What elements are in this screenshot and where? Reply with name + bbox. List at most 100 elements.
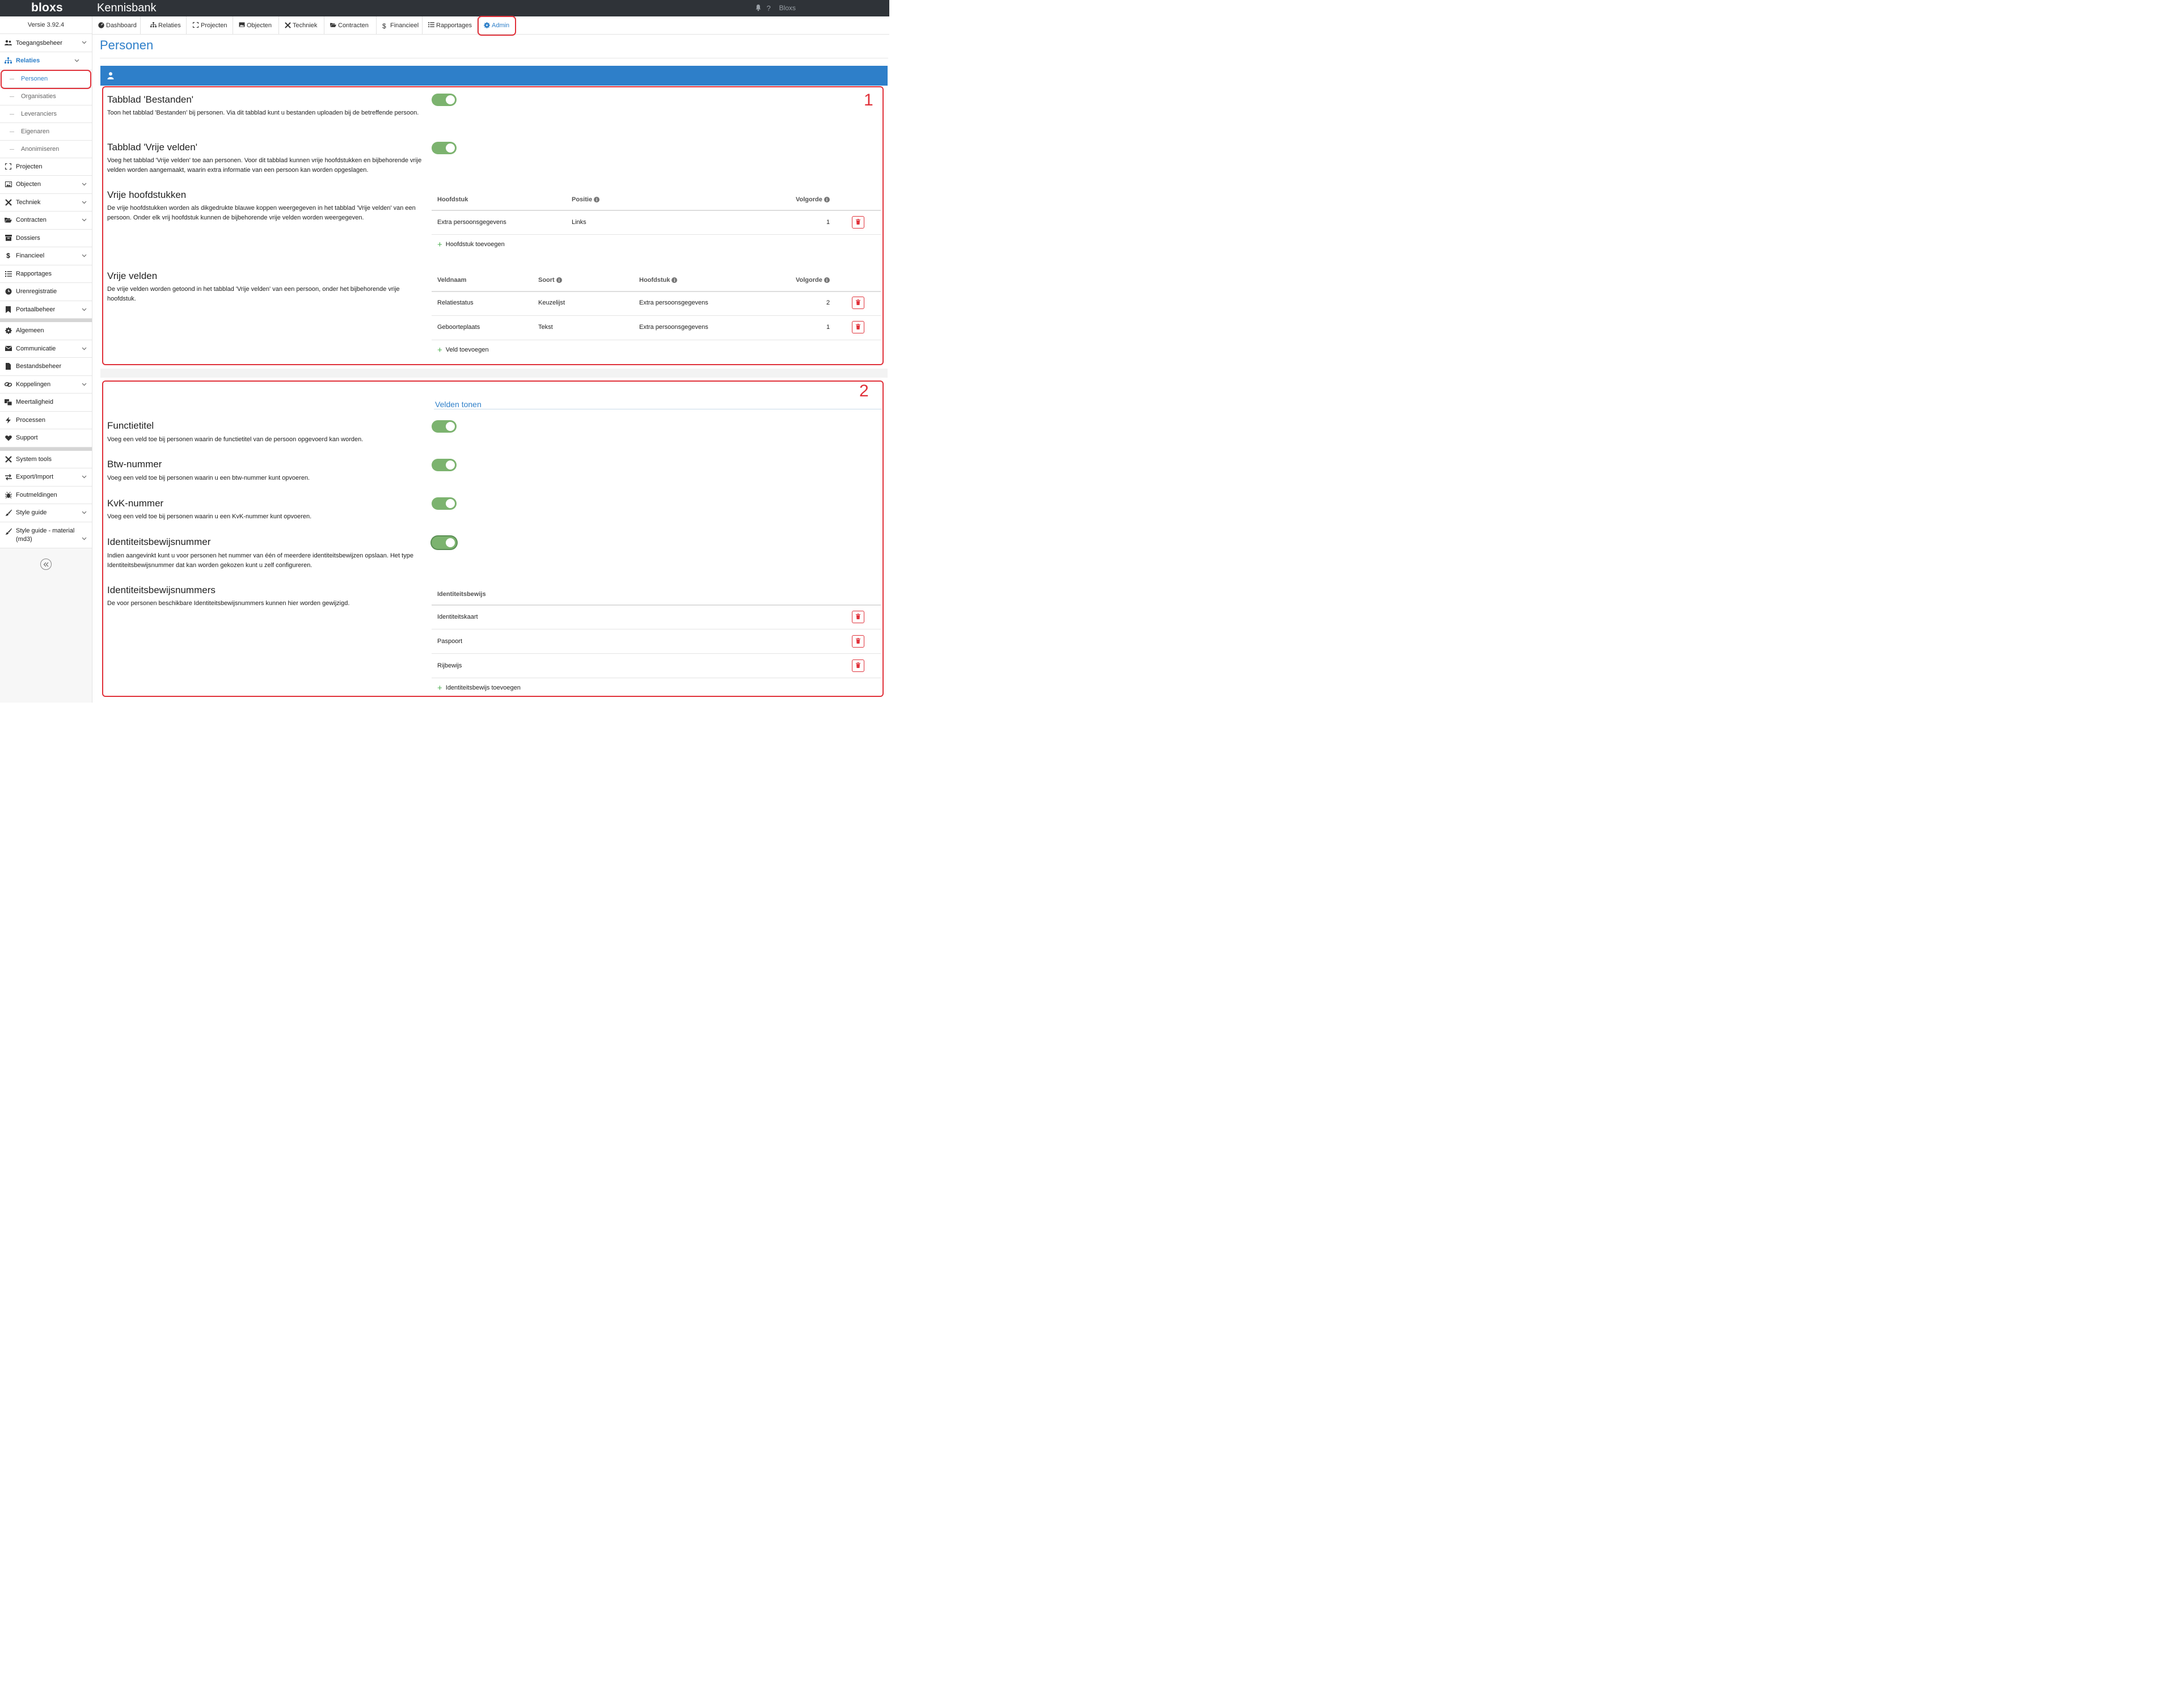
sidebar-item-dossiers[interactable]: Dossiers: [0, 229, 92, 247]
sidebar-item-toegangsbeheer[interactable]: Toegangsbeheer: [0, 34, 92, 52]
tab-label: Dashboard: [106, 22, 137, 29]
tab-financieel[interactable]: $ Financieel: [377, 16, 423, 34]
sidebar-item-style-guide-material[interactable]: Style guide - material (md3): [0, 522, 92, 548]
sidebar-item-contracten[interactable]: Contracten: [0, 212, 92, 230]
setting-desc-kvk-nummer: Voeg een veld toe bij personen waarin u …: [107, 513, 312, 520]
tab-rapportages[interactable]: Rapportages: [423, 16, 478, 34]
delete-button[interactable]: [852, 321, 864, 333]
tab-techniek[interactable]: Techniek: [279, 16, 324, 34]
sidebar-item-koppelingen[interactable]: Koppelingen: [0, 375, 92, 394]
bell-icon[interactable]: [755, 4, 762, 12]
delete-button[interactable]: [852, 659, 864, 672]
sidebar-item-support[interactable]: Support: [0, 429, 92, 447]
column-header-positie: Positie i: [572, 196, 600, 203]
tab-contracten[interactable]: Contracten: [324, 16, 377, 34]
info-icon[interactable]: i: [824, 197, 830, 202]
setting-desc-vrije-hoofdstukken: De vrije hoofdstukken worden als dikgedr…: [107, 205, 416, 221]
sidebar-item-communicatie[interactable]: Communicatie: [0, 340, 92, 358]
sidebar-item-objecten[interactable]: Objecten: [0, 176, 92, 194]
sidebar-item-projecten[interactable]: Projecten: [0, 158, 92, 176]
add-label: Hoofdstuk toevoegen: [445, 241, 505, 248]
setting-title-btw-nummer: Btw-nummer: [107, 459, 162, 470]
sidebar-item-style-guide[interactable]: Style guide: [0, 504, 92, 522]
toggle-identiteitsbewijsnummer[interactable]: [432, 536, 457, 549]
file-icon: [5, 363, 12, 370]
sidebar-subitem-leveranciers[interactable]: Leveranciers: [0, 105, 92, 123]
tab-label: Techniek: [293, 22, 318, 29]
tab-relaties[interactable]: Relaties: [145, 16, 187, 34]
setting-desc-btw-nummer: Voeg een veld toe bij personen waarin u …: [107, 475, 310, 481]
sidebar-item-label: Export/Import: [16, 473, 54, 481]
sidebar-item-label: Toegangsbeheer: [16, 39, 62, 46]
tab-label: Financieel: [390, 22, 419, 29]
tab-projecten[interactable]: Projecten: [187, 16, 233, 34]
info-icon[interactable]: i: [824, 277, 830, 283]
toggle-btw-nummer[interactable]: [432, 459, 457, 471]
toggle-vrije-velden-tab[interactable]: [432, 142, 457, 154]
sitemap-icon: [5, 57, 12, 65]
section-gap: [100, 369, 888, 378]
sidebar-item-techniek[interactable]: Techniek: [0, 193, 92, 212]
sidebar-item-financieel[interactable]: $ Financieel: [0, 247, 92, 265]
user-name[interactable]: Bloxs: [779, 4, 796, 12]
sidebar-item-export-import[interactable]: Export/Import: [0, 468, 92, 487]
info-icon[interactable]: i: [594, 197, 600, 202]
heart-icon: [5, 434, 12, 442]
sidebar-item-processen[interactable]: Processen: [0, 411, 92, 429]
delete-button[interactable]: [852, 216, 864, 229]
toggle-functietitel[interactable]: [432, 420, 457, 433]
cell-volgorde: 1: [826, 219, 830, 226]
sidebar-item-algemeen[interactable]: Algemeen: [0, 322, 92, 340]
sidebar-item-portaalbeheer[interactable]: Portaalbeheer: [0, 301, 92, 319]
sidebar-item-rapportages[interactable]: Rapportages: [0, 265, 92, 283]
chevron-down-icon: [82, 510, 87, 515]
toggle-kvk-nummer[interactable]: [432, 497, 457, 510]
bloxs-logo[interactable]: bloxs: [31, 1, 63, 15]
delete-button[interactable]: [852, 635, 864, 648]
toggle-bestanden[interactable]: [432, 94, 457, 106]
info-icon[interactable]: i: [672, 277, 678, 283]
column-header-label: Volgorde: [796, 196, 822, 203]
collapse-sidebar-button[interactable]: [40, 559, 52, 570]
sidebar-item-label: Communicatie: [16, 345, 56, 352]
sidebar-item-urenregistratie[interactable]: Urenregistratie: [0, 283, 92, 301]
add-identiteitsbewijs-link[interactable]: + Identiteitsbewijs toevoegen: [437, 684, 521, 692]
sidebar-item-relaties[interactable]: Relaties: [0, 52, 92, 70]
tab-dashboard[interactable]: Dashboard: [92, 16, 141, 34]
add-label: Veld toevoegen: [445, 346, 489, 353]
add-veld-link[interactable]: + Veld toevoegen: [437, 345, 489, 355]
sidebar-item-label: Dossiers: [16, 234, 40, 242]
chevron-down-icon: [82, 200, 87, 205]
column-header-label: Soort: [538, 277, 555, 284]
help-icon[interactable]: ?: [767, 4, 772, 12]
sidebar-item-foutmeldingen[interactable]: Foutmeldingen: [0, 486, 92, 504]
trash-icon: [856, 299, 860, 307]
cell-soort: Tekst: [538, 324, 553, 331]
brush-icon: [5, 528, 12, 535]
sidebar-item-label: Urenregistratie: [16, 288, 57, 295]
sidebar-item-meertaligheid[interactable]: Meertaligheid: [0, 394, 92, 412]
brush-icon: [5, 509, 12, 517]
highlight-admin-tab: [478, 16, 516, 36]
sidebar-item-bestandsbeheer[interactable]: Bestandsbeheer: [0, 358, 92, 376]
setting-desc-identiteitsbewijsnummer: Indien aangevinkt kunt u voor personen h…: [107, 552, 413, 569]
delete-button[interactable]: [852, 611, 864, 623]
exchange-icon: [5, 473, 12, 481]
sidebar-item-label: Portaalbeheer: [16, 306, 56, 313]
delete-button[interactable]: [852, 297, 864, 309]
column-header-label: Veldnaam: [437, 277, 467, 284]
info-icon[interactable]: i: [556, 277, 562, 283]
add-hoofdstuk-link[interactable]: + Hoofdstuk toevoegen: [437, 240, 505, 249]
sidebar-subitem-eigenaren[interactable]: Eigenaren: [0, 122, 92, 141]
setting-desc-identiteitsbewijsnummers: De voor personen beschikbare Identiteits…: [107, 600, 350, 607]
chevron-down-icon: [82, 346, 87, 351]
setting-title-identiteitsbewijsnummers: Identiteitsbewijsnummers: [107, 585, 216, 595]
sidebar-item-label: Support: [16, 434, 38, 442]
sidebar-subitem-anonimiseren[interactable]: Anonimiseren: [0, 140, 92, 158]
sidebar-item-system-tools[interactable]: System tools: [0, 450, 92, 468]
sidebar-subitem-organisaties[interactable]: Organisaties: [0, 87, 92, 105]
cell-veldnaam: Geboorteplaats: [437, 324, 480, 331]
setting-title-vrije-velden: Vrije velden: [107, 270, 158, 281]
tab-objecten[interactable]: Objecten: [233, 16, 279, 34]
plus-icon: +: [437, 345, 442, 355]
